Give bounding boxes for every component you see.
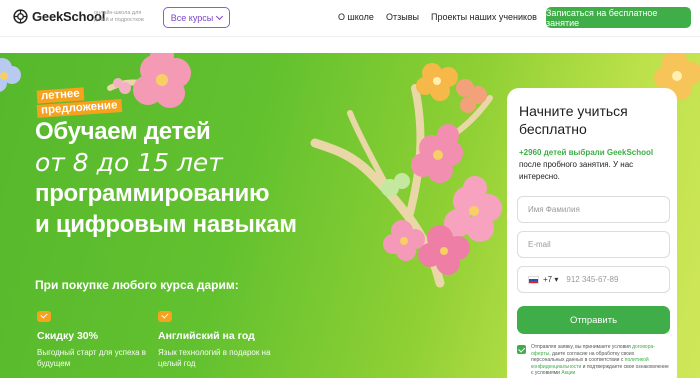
hero-title-line-4: и цифровым навыкам <box>35 211 297 238</box>
checkmark-icon <box>37 311 51 322</box>
hero-title: Обучаем детей от 8 до 15 лет программиро… <box>35 116 297 240</box>
nav-reviews[interactable]: Отзывы <box>386 12 419 22</box>
nav-about[interactable]: О школе <box>338 12 374 22</box>
all-courses-label: Все курсы <box>170 12 214 23</box>
email-field[interactable]: E-mail <box>517 231 670 258</box>
gift-label: При покупке любого курса дарим: <box>35 278 239 292</box>
summer-offer-badge: летнее предложение <box>36 85 122 118</box>
perk-english: Английский на год Язык технологий в пода… <box>158 311 288 369</box>
name-field[interactable]: Имя Фамилия <box>517 196 670 223</box>
russia-flag-icon[interactable] <box>528 275 539 284</box>
name-placeholder: Имя Фамилия <box>528 205 580 214</box>
site-header: GeekSchool онлайн-школа для детей и подр… <box>0 0 700 37</box>
hero-title-line-3: программированию <box>35 180 270 207</box>
submit-button[interactable]: Отправить <box>517 306 670 334</box>
phone-country-code[interactable]: +7 ▾ <box>543 275 558 284</box>
consent-text: Отправляя заявку, вы принимаете условия … <box>531 344 669 377</box>
consent-block: Отправляя заявку, вы принимаете условия … <box>517 344 669 377</box>
logo[interactable]: GeekSchool <box>13 9 105 24</box>
left-edge-flower-illustration <box>0 58 21 92</box>
checkmark-icon <box>158 311 172 322</box>
email-placeholder: E-mail <box>528 240 551 249</box>
hero-title-line-1: Обучаем детей <box>35 118 211 145</box>
phone-code-text: +7 <box>543 275 553 284</box>
form-title: Начните учиться бесплатно <box>519 103 628 137</box>
flower-branch-illustration <box>310 63 502 288</box>
perk-text: Язык технологий в подарок на целый год <box>158 348 271 368</box>
geekschool-logo-icon <box>13 9 28 24</box>
hero-title-line-2: от 8 до 15 лет <box>35 148 223 177</box>
logo-tagline: онлайн-школа для детей и подростков <box>94 10 144 23</box>
signup-free-lesson-button[interactable]: Записаться на бесплатное занятие <box>546 7 691 28</box>
checkbox-icon[interactable] <box>517 345 526 354</box>
perk-discount: Скидку 30% Выгодный старт для успеха в б… <box>37 311 167 369</box>
consent-text-part-1: Отправляя заявку, вы принимаете условия <box>531 344 633 350</box>
form-subtitle-rest: после пробного занятия. У нас интересно. <box>519 160 634 181</box>
all-courses-button[interactable]: Все курсы <box>163 7 230 28</box>
phone-placeholder: 912 345-67-89 <box>566 275 619 284</box>
form-subtitle-highlight: +2960 детей выбрали GeekSchool <box>519 148 654 157</box>
chevron-down-icon <box>216 12 224 20</box>
perk-title: Английский на год <box>158 330 255 342</box>
promo-terms-link[interactable]: Акции <box>561 370 575 376</box>
form-subtitle: +2960 детей выбрали GeekSchool после про… <box>519 147 665 183</box>
phone-field[interactable]: +7 ▾ 912 345-67-89 <box>517 266 670 293</box>
perk-text: Выгодный старт для успеха в будущем <box>37 348 147 368</box>
nav-student-projects[interactable]: Проекты наших учеников <box>431 12 537 22</box>
signup-form: Начните учиться бесплатно +2960 детей вы… <box>507 88 677 378</box>
perk-title: Скидку 30% <box>37 330 98 342</box>
